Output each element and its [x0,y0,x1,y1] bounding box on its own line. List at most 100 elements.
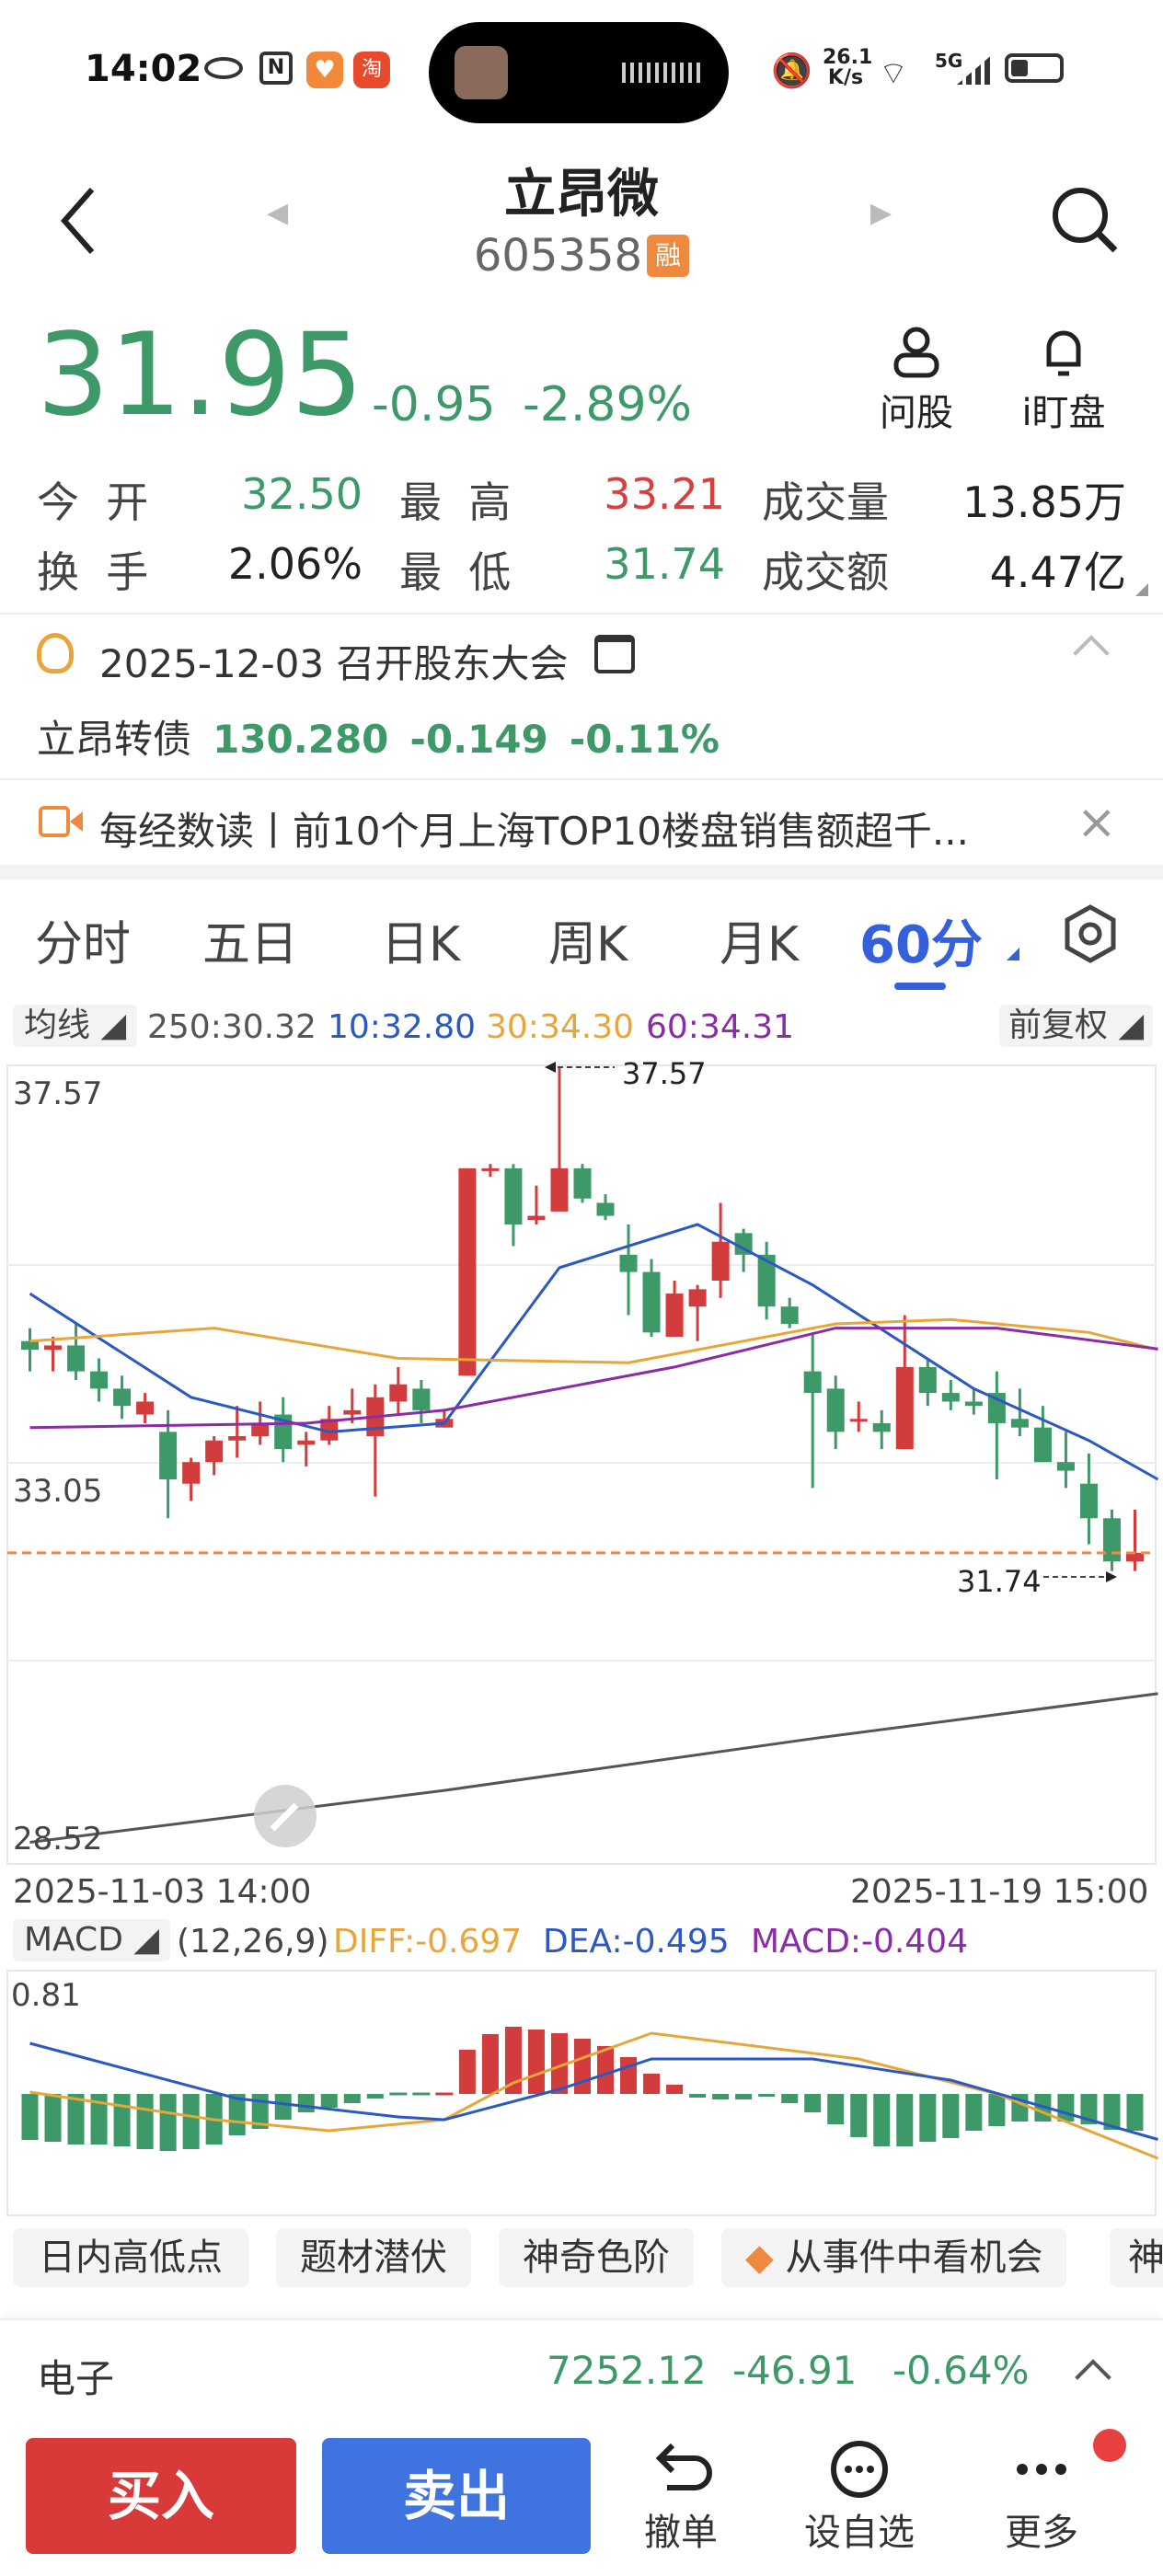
more-button[interactable]: 更多 [986,2440,1097,2556]
candle-body [504,1167,523,1225]
macd-bar [297,2094,315,2112]
candle-body [780,1306,799,1324]
tab-five-day[interactable]: 五日 [202,905,298,974]
cancel-order-label: 撤单 [644,2512,718,2554]
search-icon[interactable] [1049,184,1123,258]
macd-bar [136,2094,154,2149]
candle-body [849,1419,868,1422]
macd-bar [366,2094,384,2099]
candlestick-chart[interactable]: 37.57 33.05 28.52 37.57 31.74 [0,1058,1163,1868]
add-watchlist-button[interactable]: 设自选 [797,2440,922,2556]
macd-bar [343,2094,361,2103]
macd-selector[interactable]: MACD ◢ [13,1919,171,1961]
next-stock-icon[interactable]: ▶ [870,197,892,229]
quote-panel: 31.95 -0.95 -2.89% 问股 i盯盘 今 开 32.50 最 高 … [0,304,1163,607]
adjust-label: 前复权 [1008,1006,1109,1044]
buy-button[interactable]: 买入 [26,2438,296,2554]
chip-theme-ambush[interactable]: 题材潜伏 [276,2228,471,2287]
ma-selector-label: 均线 [24,1006,91,1044]
candle-body [872,1422,891,1432]
sector-pct: -0.64% [892,2348,1030,2393]
nfc-icon: N [259,52,293,85]
stock-name: 立昂微 [504,165,659,224]
taobao-icon: 淘 [353,52,390,88]
sell-button[interactable]: 卖出 [322,2438,591,2554]
event-row[interactable]: 2025-12-03 召开股东大会 [0,615,1163,692]
expand-chevron-icon[interactable] [1075,2359,1111,2396]
low-marker-label: 31.74 [957,1564,1042,1599]
chip-event-opportunity[interactable]: ◆ 从事件中看机会 [721,2228,1067,2287]
macd-bar [527,2030,545,2094]
candle-body [826,1388,845,1432]
collapse-chevron-icon[interactable] [1073,635,1110,672]
sector-bar[interactable]: 电子 7252.12 -46.91 -0.64% [0,2318,1163,2420]
ma250-line [29,1692,1158,1844]
back-icon[interactable] [57,184,99,258]
candle-body [481,1167,500,1171]
period-tabs: 分时 五日 日K 周K 月K 60分 [0,883,1163,994]
tab-weekly-k[interactable]: 周K [548,905,628,974]
macd-bar [919,2094,937,2142]
cancel-order-button[interactable]: 撤单 [626,2440,736,2556]
bond-pct: -0.11% [569,717,720,762]
macd-chart[interactable]: 0.81 [0,1969,1163,2217]
ma-selector[interactable]: 均线 ◢ [13,1005,138,1047]
expand-corner-icon[interactable] [1135,583,1148,596]
macd-bar [620,2057,638,2094]
dynamic-island [429,22,729,123]
period-dropdown-icon[interactable] [1007,948,1019,960]
chip-intraday-high-low[interactable]: 日内高低点 [13,2228,248,2287]
date-end: 2025-11-19 15:00 [850,1873,1149,1911]
candle-body [711,1241,730,1281]
drawing-tool-icon[interactable] [254,1785,317,1847]
candle-body [550,1167,569,1212]
candle-body [182,1462,201,1484]
candle-body [665,1294,684,1338]
candle-body [389,1384,408,1402]
open-label: 今 开 [37,477,149,527]
candle-body [1010,1419,1029,1428]
macd-bar [689,2094,707,2098]
tab-monthly-k[interactable]: 月K [720,905,799,974]
tab-intraday[interactable]: 分时 [35,905,131,974]
news-row[interactable]: 每经数读丨前10个月上海TOP10楼盘销售额超千... × [0,780,1163,865]
macd-bar [159,2094,177,2151]
macd-bar [781,2094,799,2103]
chart-settings-icon[interactable] [1060,903,1121,964]
tab-daily-k[interactable]: 日K [381,905,460,974]
macd-bar [320,2094,338,2108]
macd-bar [1126,2094,1144,2131]
close-icon[interactable]: × [1077,795,1117,850]
adjust-selector[interactable]: 前复权 ◢ [999,1005,1154,1047]
tab-60min[interactable]: 60分 [859,903,983,978]
candle-body [918,1366,937,1394]
chip-more[interactable]: 神 [1110,2228,1163,2287]
ask-stock-label: 问股 [880,392,953,434]
sector-name: 电子 [37,2356,115,2401]
event-text: 2025-12-03 召开股东大会 [99,641,569,686]
macd-bar [965,2094,983,2131]
ask-stock-button[interactable]: 问股 [863,324,970,436]
convertible-bond-row[interactable]: 立昂转债 130.280 -0.149 -0.11% [37,708,720,764]
amount-label: 成交额 [762,547,889,597]
price-change-pct: -2.89% [523,377,692,432]
high-label: 最 高 [399,477,512,527]
watch-panel-button[interactable]: i盯盘 [1010,324,1117,436]
chip-magic-color[interactable]: 神奇色阶 [499,2228,694,2287]
candle-body [228,1436,247,1441]
macd-legend-bar: MACD ◢ (12,26,9) DIFF:-0.697 DEA:-0.495 … [0,1917,1163,1965]
calendar-icon[interactable] [594,635,635,673]
news-text: 每经数读丨前10个月上海TOP10楼盘销售额超千... [99,809,969,854]
prev-stock-icon[interactable]: ◀ [267,197,288,229]
candle-body [688,1289,707,1307]
candle-body [113,1388,132,1407]
tab-active-indicator [894,983,946,990]
candle-body [803,1371,822,1394]
low-marker: 31.74 [957,1564,1117,1599]
candle-body [1056,1462,1075,1471]
ma10-value: 10:32.80 [328,1008,476,1046]
eye-icon [204,57,243,79]
y-label-top: 37.57 [13,1075,102,1112]
macd-bar [182,2094,200,2149]
watch-panel-label: i盯盘 [1021,392,1106,434]
